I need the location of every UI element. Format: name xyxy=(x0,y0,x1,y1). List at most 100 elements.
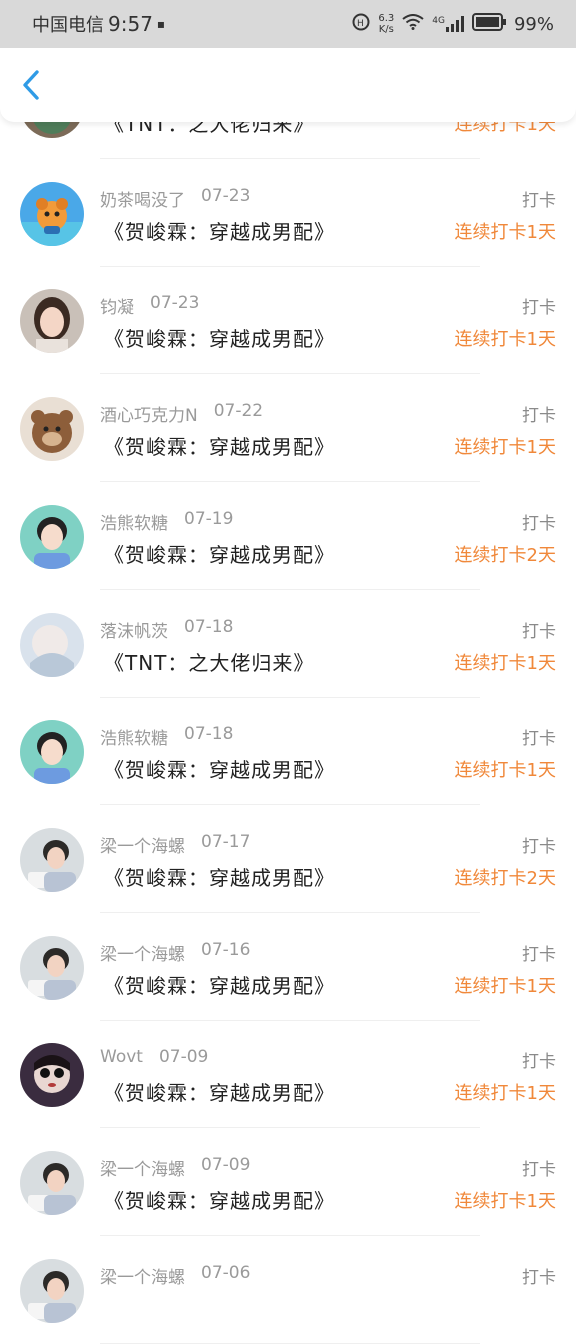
item-meta: 梁一个海螺 07-09 xyxy=(100,1155,250,1180)
book-title[interactable]: 《贺峻霖：穿越成男配》 xyxy=(104,862,335,891)
item-meta: 浩熊软糖 07-19 xyxy=(100,509,233,534)
checkin-list-item[interactable]: 落沫帆茨 07-18 《TNT：之大佬归来》 打卡连续打卡1天 xyxy=(0,591,576,698)
checkin-tag: 打卡 xyxy=(522,190,556,211)
carrier-label: 中国电信 xyxy=(32,15,104,36)
checkin-list-item[interactable]: 梁一个海螺 07-06 打卡 xyxy=(0,1237,576,1344)
clock: 9:57 xyxy=(108,12,153,36)
battery-percent: 99% xyxy=(513,13,554,35)
checkin-date: 07-19 xyxy=(184,508,234,529)
checkin-tag: 打卡 xyxy=(522,298,556,319)
checkin-date: 07-18 xyxy=(184,724,234,745)
checkin-tag: 打卡 xyxy=(522,729,556,750)
streak-label: 连续打卡1天 xyxy=(454,437,556,459)
wifi-icon xyxy=(402,13,424,35)
checkin-list-item[interactable]: 浩熊软糖 07-18 《贺峻霖：穿越成男配》 打卡连续打卡1天 xyxy=(0,698,576,806)
checkin-date: 07-23 xyxy=(201,185,251,206)
checkin-date: 07-17 xyxy=(201,831,251,852)
checkin-list-item[interactable]: Wovt 07-09 《贺峻霖：穿越成男配》 打卡连续打卡1天 xyxy=(0,1021,576,1129)
checkin-tag: 打卡 xyxy=(522,513,556,534)
avatar[interactable] xyxy=(20,504,84,569)
book-title[interactable]: 《贺峻霖：穿越成男配》 xyxy=(104,323,335,352)
streak-label: 连续打卡1天 xyxy=(454,1191,556,1212)
book-title[interactable]: 《贺峻霖：穿越成男配》 xyxy=(104,1077,335,1106)
checkin-tag: 打卡 xyxy=(522,1160,556,1180)
user-name[interactable]: 落沫帆茨 xyxy=(100,617,168,642)
checkin-list-item[interactable]: 奶茶喝没了 07-23 《贺峻霖：穿越成男配》 打卡连续打卡1天 xyxy=(0,160,576,267)
app-header xyxy=(0,48,576,122)
avatar[interactable] xyxy=(20,612,84,677)
avatar[interactable] xyxy=(20,289,84,354)
item-meta: 梁一个海螺 07-17 xyxy=(100,832,250,857)
chevron-left-icon xyxy=(23,70,39,100)
checkin-date: 07-18 xyxy=(184,616,234,637)
avatar[interactable] xyxy=(20,720,84,785)
book-title[interactable]: 《贺峻霖：穿越成男配》 xyxy=(104,1185,335,1214)
avatar[interactable] xyxy=(20,397,84,462)
status-bar: 中国电信 9:57 ▪ H 6.3 K/s 4G 99% xyxy=(0,0,576,48)
item-meta: 钧凝 07-23 xyxy=(100,293,199,318)
user-name[interactable]: 奶茶喝没了 xyxy=(100,186,185,211)
book-title[interactable]: 《贺峻霖：穿越成男配》 xyxy=(104,216,335,245)
checkin-list-item[interactable]: 浩熊软糖 07-19 《贺峻霖：穿越成男配》 打卡连续打卡2天 xyxy=(0,483,576,590)
user-name[interactable]: 梁一个海螺 xyxy=(100,832,185,857)
item-meta: 梁一个海螺 07-16 xyxy=(100,940,250,965)
user-name[interactable]: Wovt xyxy=(100,1047,143,1067)
network-speed: 6.3 K/s xyxy=(378,13,395,35)
avatar[interactable] xyxy=(20,1258,84,1323)
item-meta: 浩熊软糖 07-18 xyxy=(100,724,233,749)
streak-label: 连续打卡1天 xyxy=(454,652,556,674)
checkin-date: 07-09 xyxy=(158,1047,209,1068)
checkin-date: 07-16 xyxy=(201,939,251,960)
checkin-tag: 打卡 xyxy=(522,1052,556,1073)
user-name[interactable]: 梁一个海螺 xyxy=(100,940,185,965)
user-name[interactable]: 浩熊软糖 xyxy=(100,724,168,749)
checkin-list-item[interactable]: 梁一个海螺 07-17 《贺峻霖：穿越成男配》 打卡连续打卡2天 xyxy=(0,806,576,913)
checkin-date: 07-09 xyxy=(201,1155,251,1175)
user-name[interactable]: 酒心巧克力N xyxy=(100,401,198,426)
avatar[interactable] xyxy=(20,1043,84,1108)
checkin-list-item[interactable]: 钧凝 07-23 《贺峻霖：穿越成男配》 打卡连续打卡1天 xyxy=(0,267,576,375)
book-title[interactable]: 《贺峻霖：穿越成男配》 xyxy=(104,970,335,999)
hd-call-icon: H xyxy=(352,13,370,36)
user-name[interactable]: 浩熊软糖 xyxy=(100,509,168,534)
avatar[interactable] xyxy=(20,935,84,1000)
checkin-tag: 打卡 xyxy=(522,621,556,642)
user-name[interactable]: 梁一个海螺 xyxy=(100,1155,185,1180)
checkin-list-item[interactable]: 梁一个海螺 07-09 《贺峻霖：穿越成男配》 打卡连续打卡1天 xyxy=(0,1129,576,1236)
streak-label: 连续打卡1天 xyxy=(454,329,556,351)
streak-label: 连续打卡2天 xyxy=(454,544,556,566)
checkin-list-item[interactable]: 梁一个海螺 07-16 《贺峻霖：穿越成男配》 打卡连续打卡1天 xyxy=(0,914,576,1021)
checkin-tag: 打卡 xyxy=(522,406,556,427)
streak-label: 连续打卡1天 xyxy=(454,760,556,782)
streak-label: 连续打卡1天 xyxy=(454,975,556,997)
battery-icon xyxy=(471,12,506,36)
item-meta: 落沫帆茨 07-18 xyxy=(100,617,233,642)
notification-icon: ▪ xyxy=(156,17,166,31)
checkin-list-item[interactable]: 酒心巧克力N 07-22 《贺峻霖：穿越成男配》 打卡连续打卡1天 xyxy=(0,375,576,483)
checkin-date: 07-22 xyxy=(213,401,264,422)
item-meta: Wovt 07-09 xyxy=(100,1047,208,1067)
checkin-tag: 打卡 xyxy=(522,1267,556,1288)
avatar[interactable] xyxy=(20,181,84,246)
checkin-date: 07-23 xyxy=(150,293,200,314)
signal-icon: 4G xyxy=(432,16,464,32)
avatar[interactable] xyxy=(20,827,84,892)
user-name[interactable]: 钧凝 xyxy=(100,293,134,318)
streak-label: 连续打卡2天 xyxy=(454,867,556,889)
book-title[interactable]: 《TNT：之大佬归来》 xyxy=(104,647,314,676)
avatar[interactable] xyxy=(20,1151,84,1215)
item-meta: 梁一个海螺 07-06 xyxy=(100,1263,250,1288)
back-button[interactable] xyxy=(14,68,48,102)
streak-label: 连续打卡1天 xyxy=(454,221,556,243)
user-name[interactable]: 梁一个海螺 xyxy=(100,1263,185,1288)
checkin-date: 07-06 xyxy=(201,1262,251,1283)
item-meta: 奶茶喝没了 07-23 xyxy=(100,186,250,211)
svg-text:H: H xyxy=(357,19,364,29)
book-title[interactable]: 《贺峻霖：穿越成男配》 xyxy=(104,539,335,568)
book-title[interactable]: 《贺峻霖：穿越成男配》 xyxy=(104,431,335,460)
checkin-tag: 打卡 xyxy=(522,836,556,857)
streak-label: 连续打卡1天 xyxy=(454,1083,556,1105)
book-title[interactable]: 《贺峻霖：穿越成男配》 xyxy=(104,754,335,783)
checkin-tag: 打卡 xyxy=(522,944,556,965)
item-meta: 酒心巧克力N 07-22 xyxy=(100,401,263,426)
